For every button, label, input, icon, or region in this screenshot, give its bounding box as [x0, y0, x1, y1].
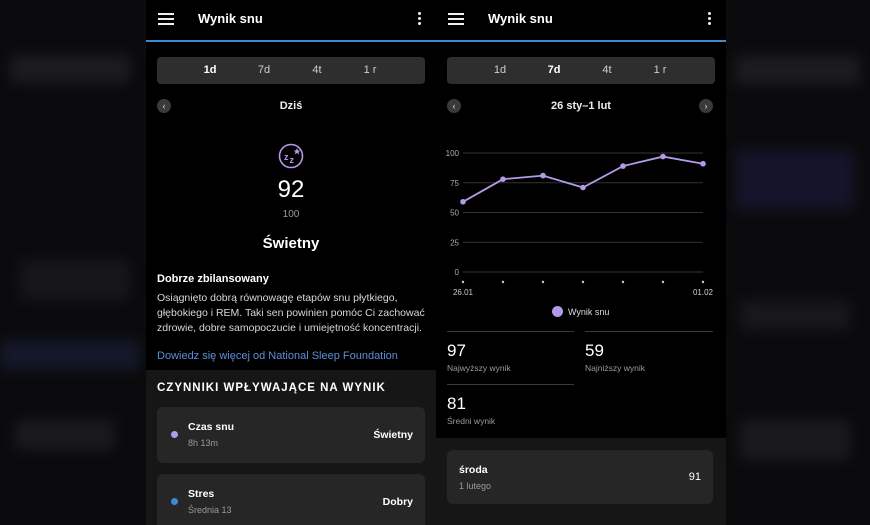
sleep-rating: Świetny	[262, 235, 320, 252]
series-line-wynik-snu	[462, 155, 704, 203]
data-point	[460, 198, 466, 205]
x-tick-dot	[661, 280, 665, 284]
y-tick-label: 100	[446, 149, 460, 158]
sleep-score-value: 92	[277, 176, 305, 203]
factor-card-stress[interactable]: Stres Średnia 13 Dobry	[157, 474, 425, 525]
legend-label: Wynik snu	[568, 307, 610, 317]
x-tick-label: 01.02	[693, 288, 714, 297]
divider	[447, 331, 574, 332]
svg-text:z: z	[290, 155, 295, 165]
tab-4t[interactable]: 4t	[292, 57, 342, 84]
factor-name: Stres	[188, 488, 215, 500]
description-text: Osiągnięto dobrą równowagę etapów snu pł…	[157, 292, 425, 334]
day-date: 1 lutego	[459, 481, 492, 491]
tab-4t[interactable]: 4t	[582, 57, 632, 84]
factor-name: Czas snu	[188, 421, 235, 433]
learn-more-link[interactable]: Dowiedz się więcej od National Sleep Fou…	[157, 350, 398, 362]
date-range-label: 26 sty–1 lut	[551, 100, 611, 112]
factor-color-dot	[171, 431, 178, 438]
tab-1r[interactable]: 1 r	[635, 57, 685, 84]
factor-detail: 8h 13m	[188, 438, 219, 448]
sleep-score-line-chart: 0 25 50 75 100 26.01 01.02	[446, 149, 714, 297]
daily-sleep-score-screen: Wynik snu 1d 7d 4t 1 r ‹ Dziś z z 92 100…	[146, 0, 436, 525]
x-tick-dot	[581, 280, 585, 284]
y-tick-label: 25	[450, 238, 459, 247]
tab-1r[interactable]: 1 r	[345, 57, 395, 84]
svg-text:z: z	[284, 152, 289, 162]
day-card[interactable]: środa 1 lutego 91	[447, 450, 713, 504]
x-tick-dot	[701, 280, 705, 284]
factors-heading: CZYNNIKI WPŁYWAJĄCE NA WYNIK	[157, 382, 386, 394]
description-title: Dobrze zbilansowany	[157, 273, 269, 285]
x-tick-label: 26.01	[453, 288, 474, 297]
y-tick-label: 75	[450, 179, 459, 188]
divider	[447, 384, 574, 385]
page-title: Wynik snu	[488, 11, 553, 26]
legend-color-dot	[552, 306, 563, 317]
average-score-value: 81	[447, 394, 466, 413]
x-tick-dot	[541, 280, 545, 284]
data-point	[500, 176, 506, 182]
x-tick-dot	[621, 280, 625, 284]
tab-7d[interactable]: 7d	[529, 57, 579, 84]
data-point	[580, 184, 586, 191]
factor-rating: Świetny	[373, 429, 413, 441]
page-title: Wynik snu	[198, 11, 263, 26]
data-point	[620, 163, 626, 169]
lowest-score-value: 59	[585, 341, 604, 360]
y-tick-label: 0	[455, 268, 460, 277]
divider	[585, 331, 713, 332]
next-week-icon[interactable]: ›	[699, 99, 713, 113]
more-options-icon[interactable]	[708, 12, 712, 26]
sleep-score-max: 100	[282, 209, 300, 220]
factors-section: CZYNNIKI WPŁYWAJĄCE NA WYNIK Czas snu 8h…	[146, 370, 436, 525]
factor-card-sleep-time[interactable]: Czas snu 8h 13m Świetny	[157, 407, 425, 463]
range-selector: 1d 7d 4t 1 r	[447, 57, 715, 84]
x-tick-dot	[501, 280, 505, 284]
average-score-label: Średni wynik	[447, 416, 496, 426]
date-label: Dziś	[279, 100, 303, 112]
highest-score-label: Najwyższy wynik	[447, 363, 511, 373]
day-score: 91	[688, 471, 701, 483]
x-tick-dot	[461, 280, 465, 284]
highest-score-value: 97	[447, 341, 466, 360]
hamburger-menu-icon[interactable]	[448, 13, 464, 25]
hamburger-menu-icon[interactable]	[158, 13, 174, 25]
sleep-zz-icon: z z	[278, 143, 304, 169]
lowest-score-label: Najniższy wynik	[585, 363, 645, 373]
factor-detail: Średnia 13	[188, 505, 232, 515]
tab-1d[interactable]: 1d	[185, 57, 235, 84]
range-selector: 1d 7d 4t 1 r	[157, 57, 425, 84]
app-bar: Wynik snu	[146, 0, 436, 42]
day-name: środa	[459, 464, 488, 476]
factor-color-dot	[171, 498, 178, 505]
factor-rating: Dobry	[382, 496, 413, 508]
tab-7d[interactable]: 7d	[239, 57, 289, 84]
more-options-icon[interactable]	[418, 12, 422, 26]
weekly-sleep-score-screen: Wynik snu 1d 7d 4t 1 r ‹ 26 sty–1 lut › …	[436, 0, 726, 525]
tab-1d[interactable]: 1d	[475, 57, 525, 84]
app-bar: Wynik snu	[436, 0, 726, 42]
data-point	[700, 160, 706, 167]
data-point	[660, 153, 666, 160]
y-tick-label: 50	[450, 209, 459, 218]
data-point	[540, 172, 546, 179]
